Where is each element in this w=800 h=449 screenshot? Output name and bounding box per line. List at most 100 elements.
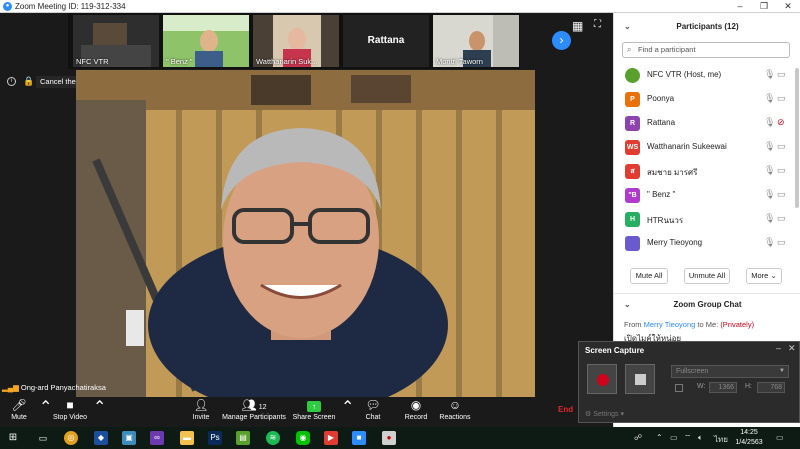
microphone-icon[interactable]: 🎙︎: [764, 237, 775, 248]
video-camera-icon[interactable]: ▭: [777, 213, 786, 224]
start-record-button[interactable]: [587, 364, 617, 394]
thumbnail-name: Montri Taworn: [436, 57, 483, 66]
app-icon[interactable]: ◆: [94, 431, 108, 445]
participant-row[interactable]: R Rattana 🎙︎ ⊘: [614, 112, 795, 136]
next-page-arrow-icon[interactable]: ›: [552, 31, 571, 50]
participant-list-scrollbar[interactable]: [795, 68, 799, 208]
aspect-lock-checkbox[interactable]: [675, 384, 683, 392]
chevron-up-icon[interactable]: ⌃: [656, 433, 663, 442]
participant-row[interactable]: Merry Tieoyong 🎙︎ ▭: [614, 232, 795, 256]
participant-row[interactable]: H HTRนนวร 🎙︎ ▭: [614, 208, 795, 232]
microphone-icon[interactable]: 🎙︎: [764, 69, 775, 80]
maximize-button[interactable]: ❐: [752, 0, 776, 13]
thumbnail-video[interactable]: Montri Taworn: [432, 14, 520, 68]
dialog-close-icon[interactable]: ✕: [788, 343, 796, 354]
app-icon[interactable]: ▤: [236, 431, 250, 445]
input-language[interactable]: ไทย: [714, 433, 728, 446]
thumbnail-name: " Benz ": [166, 57, 193, 66]
participant-avatar: H: [625, 212, 640, 227]
width-input[interactable]: 1366: [709, 382, 737, 393]
video-camera-icon[interactable]: ▭: [777, 69, 786, 80]
lock-icon[interactable]: 🔒: [23, 76, 34, 87]
share-screen-button[interactable]: ↑ Share Screen: [292, 397, 336, 427]
notifications-icon[interactable]: ▭: [776, 433, 784, 442]
record-dot-icon: [597, 374, 609, 386]
microphone-icon[interactable]: 🎙︎: [764, 93, 775, 104]
video-camera-icon[interactable]: ▭: [777, 141, 786, 152]
battery-icon[interactable]: ▭: [670, 433, 678, 442]
photoshop-icon[interactable]: Ps: [208, 431, 222, 445]
settings-button[interactable]: ⚙ Settings ▾: [585, 410, 624, 418]
manage-participants-button[interactable]: 👥︎ 12 Manage Participants: [220, 397, 288, 427]
thumbnail-video[interactable]: Rattana: [342, 14, 430, 68]
close-button[interactable]: ✕: [776, 0, 800, 13]
microphone-icon[interactable]: 🎙︎: [764, 165, 775, 176]
stop-record-button[interactable]: [625, 364, 655, 394]
info-icon[interactable]: i: [7, 77, 16, 86]
participant-search-input[interactable]: ⌕ Find a participant: [622, 42, 790, 58]
participant-row[interactable]: NFC VTR (Host, me) 🎙︎ ▭: [614, 64, 795, 88]
participant-row[interactable]: ส สมชาย มารศรี 🎙︎ ▭: [614, 160, 795, 184]
start-icon[interactable]: ⊞: [6, 431, 20, 445]
chat-button[interactable]: 💬︎ Chat: [360, 397, 386, 427]
video-options-caret-icon[interactable]: ⌃: [93, 397, 106, 427]
end-meeting-button[interactable]: End: [558, 405, 573, 414]
video-camera-icon: ■: [66, 398, 74, 412]
zoom-taskbar-icon[interactable]: ■: [352, 431, 366, 445]
record-icon: ◉: [410, 398, 422, 412]
participant-name: HTRนนวร: [647, 216, 684, 225]
microphone-icon[interactable]: 🎙︎: [764, 117, 775, 128]
participant-row[interactable]: "B " Benz " 🎙︎ ▭: [614, 184, 795, 208]
participant-row[interactable]: P Poonya 🎙︎ ▭: [614, 88, 795, 112]
video-off-icon[interactable]: ⊘: [777, 117, 785, 128]
visual-studio-icon[interactable]: ∞: [150, 431, 164, 445]
video-camera-icon[interactable]: ▭: [777, 189, 786, 200]
height-input[interactable]: 768: [757, 382, 785, 393]
microphone-icon[interactable]: 🎙︎: [764, 189, 775, 200]
more-button[interactable]: More ⌄: [746, 268, 782, 284]
invite-button[interactable]: 👤︎ Invite: [186, 397, 216, 427]
panel-divider: [614, 293, 800, 294]
task-view-icon[interactable]: ▭: [36, 431, 50, 445]
chrome-icon[interactable]: ◎: [64, 431, 78, 445]
unmute-all-button[interactable]: Unmute All: [684, 268, 730, 284]
thumbnail-video[interactable]: " Benz ": [162, 14, 250, 68]
dialog-minimize-icon[interactable]: –: [776, 343, 781, 353]
participant-list: NFC VTR (Host, me) 🎙︎ ▭ P Poonya 🎙︎ ▭ R …: [614, 64, 795, 260]
share-options-caret-icon[interactable]: ⌃: [341, 397, 354, 427]
mute-button[interactable]: 🎤︎ Mute: [4, 397, 34, 427]
screen-capture-taskbar-icon[interactable]: ●: [382, 431, 396, 445]
video-camera-icon[interactable]: ▭: [777, 237, 786, 248]
capture-mode-select[interactable]: Fullscreen ▼: [671, 365, 789, 378]
participant-row[interactable]: WS Watthanarin Sukeewai 🎙︎ ▭: [614, 136, 795, 160]
network-icon[interactable]: ⌔: [684, 433, 692, 443]
file-explorer-icon[interactable]: ▬: [180, 431, 194, 445]
stop-square-icon: [635, 374, 646, 385]
app-icon[interactable]: ▶: [324, 431, 338, 445]
mute-label: Mute: [11, 414, 27, 421]
chat-sender[interactable]: Merry Tieoyong: [644, 320, 696, 329]
video-camera-icon[interactable]: ▭: [777, 165, 786, 176]
record-button[interactable]: ◉ Record: [402, 397, 430, 427]
participant-name: Merry Tieoyong: [647, 238, 703, 247]
thumbnail-video[interactable]: Watthanarin Suk...: [252, 14, 340, 68]
volume-icon[interactable]: 🔈︎: [698, 433, 703, 443]
fullscreen-icon[interactable]: ⛶: [594, 19, 601, 30]
line-icon[interactable]: ◉: [296, 431, 310, 445]
thumbnail-video[interactable]: NFC VTR: [72, 14, 160, 68]
record-label: Record: [404, 414, 428, 421]
video-camera-icon[interactable]: ▭: [777, 93, 786, 104]
gallery-view-icon[interactable]: ▦: [572, 19, 583, 33]
windows-taskbar: ⊞ ▭ ◎ ◆ ▣ ∞ ▬ Ps ▤ ≋ ◉ ▶ ■ ● ☍ ⌃ ▭ ⌔ 🔈︎ …: [0, 427, 800, 449]
microphone-icon[interactable]: 🎙︎: [764, 141, 775, 152]
microphone-icon[interactable]: 🎙︎: [764, 213, 775, 224]
stop-video-label: Stop Video: [52, 414, 88, 421]
mute-all-button[interactable]: Mute All: [630, 268, 668, 284]
spotify-icon[interactable]: ≋: [266, 431, 280, 445]
reactions-button[interactable]: ☺ Reactions: [438, 397, 472, 427]
app-icon[interactable]: ▣: [122, 431, 136, 445]
minimize-button[interactable]: –: [728, 0, 752, 13]
clock[interactable]: 14:25 1/4/2563: [732, 428, 766, 448]
people-icon[interactable]: ☍: [634, 433, 642, 442]
stop-video-button[interactable]: ■ Stop Video: [50, 397, 90, 427]
